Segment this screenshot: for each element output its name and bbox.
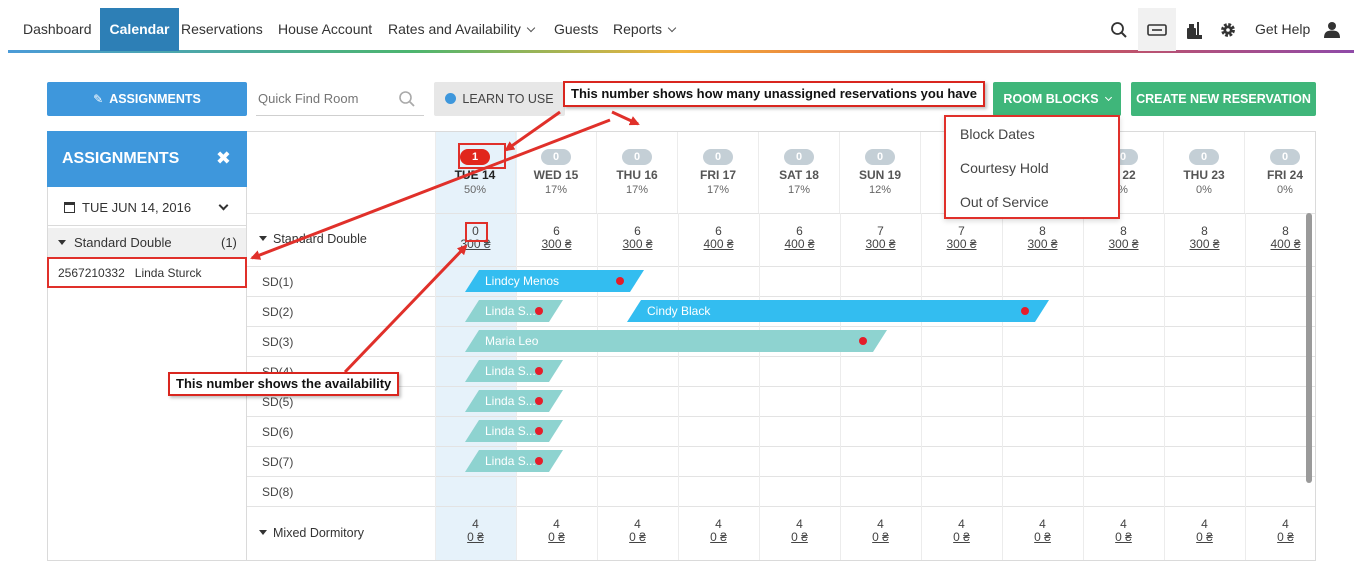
annotation-availability-note: This number shows the availability — [168, 372, 400, 396]
annotation-unassigned-note: This number shows how many unassigned re… — [563, 81, 985, 107]
